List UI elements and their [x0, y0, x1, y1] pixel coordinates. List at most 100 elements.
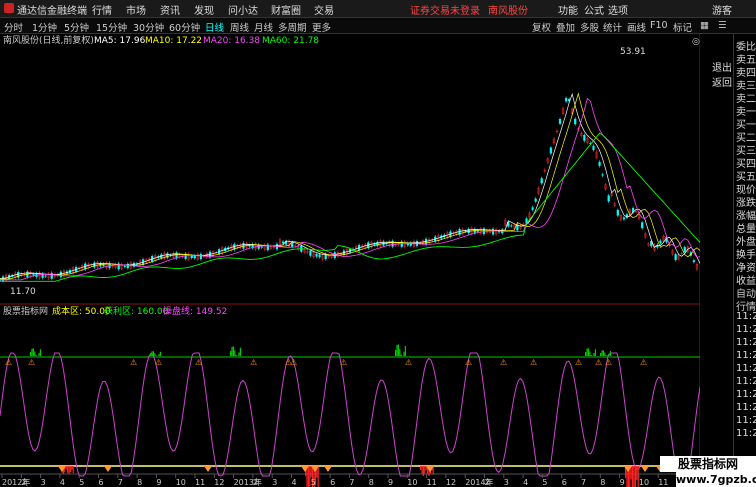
cost-bar — [65, 466, 67, 470]
tab-5min[interactable]: 5分钟 — [64, 20, 89, 34]
cost-bar — [72, 466, 74, 474]
tab-intraday[interactable]: 分时 — [4, 20, 23, 34]
x-tick-label: 10 — [407, 478, 417, 487]
candle-body — [309, 250, 312, 256]
menu-item-discover[interactable]: 发现 — [194, 2, 214, 17]
right-info-panel: 委比 卖五 卖四 卖三 卖二 卖一 买一 买二 买三 买四 买五 现价 涨跌 涨幅 总量 外盘 换手 净资 收益 自动… — [733, 34, 756, 474]
menu-item-quotes[interactable]: 行情 — [92, 2, 112, 17]
candle-body — [641, 222, 644, 229]
back-button[interactable]: 返回 — [712, 74, 732, 89]
menu-item-options[interactable]: 选项 — [608, 2, 628, 17]
profit-bar — [158, 354, 160, 356]
top-marker-icon: ⚠ — [195, 358, 202, 367]
tab-daily[interactable]: 日线 — [205, 20, 224, 34]
cost-zone-label: 成本区: 50.00 — [52, 305, 111, 317]
btn-overlay[interactable]: 叠加 — [556, 20, 575, 34]
profit-bar — [609, 351, 611, 356]
btn-multi-stock[interactable]: 多股 — [580, 20, 599, 34]
profit-bar — [399, 349, 401, 356]
ma10-label: MA10: 17.22 — [145, 36, 202, 46]
x-tick-label: 5 — [79, 478, 84, 487]
top-marker-icon: ⚠ — [155, 358, 162, 367]
x-tick-label: 5 — [542, 478, 547, 487]
menu-item-formula[interactable]: 公式 — [584, 2, 604, 17]
candle-body — [607, 195, 610, 202]
x-tick-label: 11 — [658, 478, 668, 487]
profit-bar — [239, 347, 241, 356]
candle-body — [549, 147, 552, 154]
exit-button[interactable]: 退出 — [712, 59, 732, 74]
btn-statistics[interactable]: 统计 — [603, 20, 622, 34]
x-tick-label: 12 — [214, 478, 224, 487]
tab-more[interactable]: 更多 — [312, 20, 331, 34]
settings-icon[interactable]: ◎ — [692, 37, 700, 47]
x-tick-label: 8 — [600, 478, 605, 487]
candle-body — [540, 178, 543, 184]
x-tick-label: 8 — [137, 478, 142, 487]
candle-body — [476, 230, 479, 232]
menu-icon[interactable]: ☰ — [718, 20, 727, 31]
profit-bar — [154, 353, 156, 356]
top-marker-icon: ⚠ — [290, 358, 297, 367]
tab-1min[interactable]: 1分钟 — [32, 20, 57, 34]
menu-item-trade[interactable]: 交易 — [314, 2, 334, 17]
profit-bar — [35, 355, 37, 356]
cost-bar — [633, 466, 635, 487]
btn-draw-line[interactable]: 画线 — [627, 20, 646, 34]
top-marker-icon: ⚠ — [5, 358, 12, 367]
candle-body — [123, 265, 126, 267]
menu-item-functions[interactable]: 功能 — [558, 2, 578, 17]
profit-bar — [605, 355, 607, 356]
profit-bar — [400, 354, 402, 356]
profit-bar — [232, 346, 234, 356]
low-price-label: 11.70 — [10, 287, 36, 297]
user-guest[interactable]: 游客 — [712, 2, 732, 17]
tab-60min[interactable]: 60分钟 — [169, 20, 200, 34]
stock-label: 南风股份(日线,前复权) — [3, 34, 94, 46]
profit-bar — [155, 355, 157, 356]
profit-bar — [39, 349, 41, 356]
x-tick-label: 2 — [21, 478, 26, 487]
nav-panel: 退出 返回 — [700, 34, 733, 89]
tab-15min[interactable]: 15分钟 — [96, 20, 127, 34]
profit-bar — [151, 351, 153, 356]
app-title: 通达信金融终端 — [17, 6, 87, 17]
profit-bar — [396, 344, 398, 356]
x-tick-label: 6 — [562, 478, 567, 487]
x-tick-label: 6 — [99, 478, 104, 487]
x-tick-label: 11 — [195, 478, 205, 487]
menu-item-ask[interactable]: 问小达 — [228, 2, 258, 17]
panel-label: 11:29 — [736, 415, 756, 426]
profit-bar — [30, 352, 32, 356]
tab-multi-period[interactable]: 多周期 — [278, 20, 307, 34]
candle-body — [248, 245, 251, 247]
grid-icon[interactable]: ▦ — [700, 20, 709, 31]
tab-monthly[interactable]: 月线 — [254, 20, 273, 34]
profit-bar — [404, 346, 406, 356]
menu-item-market[interactable]: 市场 — [126, 2, 146, 17]
candle-body — [692, 260, 696, 263]
candle-body — [318, 254, 321, 258]
btn-f10[interactable]: F10 — [650, 20, 668, 31]
login-warning[interactable]: 证券交易未登录 — [410, 2, 480, 17]
tab-30min[interactable]: 30分钟 — [133, 20, 164, 34]
x-tick-label: 2 — [485, 478, 490, 487]
profit-bar — [397, 344, 399, 356]
watermark-url: www.7gpzb.com — [676, 472, 756, 487]
profit-bar — [587, 348, 589, 356]
menu-item-wealth[interactable]: 财富圈 — [271, 2, 301, 17]
cost-bar — [71, 466, 73, 470]
candle-body — [674, 254, 677, 261]
ma60-label: MA60: 21.78 — [262, 36, 319, 46]
tab-weekly[interactable]: 周线 — [230, 20, 249, 34]
btn-mark[interactable]: 标记 — [673, 20, 692, 34]
top-marker-icon: ⚠ — [130, 358, 137, 367]
chart-area[interactable]: 南风股份(日线,前复权) MA5: 17.96 MA10: 17.22 MA20… — [0, 34, 700, 487]
candle-body — [564, 98, 568, 102]
x-tick-label: 8 — [369, 478, 374, 487]
candle-body — [44, 275, 47, 277]
profit-bar — [38, 353, 40, 356]
menu-item-news[interactable]: 资讯 — [160, 2, 180, 17]
btn-restore-rights[interactable]: 复权 — [532, 20, 551, 34]
profit-bar — [231, 346, 233, 356]
